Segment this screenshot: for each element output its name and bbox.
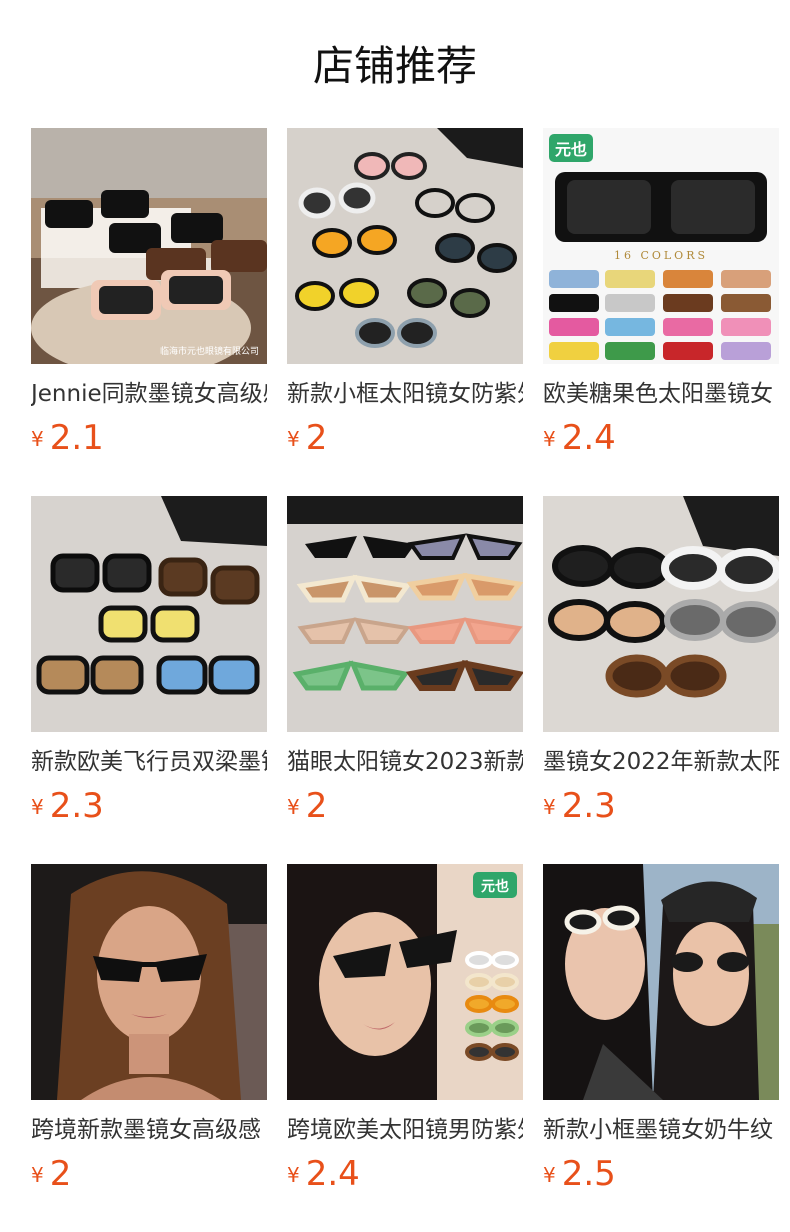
currency-symbol: ¥ [287, 1163, 300, 1187]
product-price: ¥2.5 [543, 1152, 616, 1196]
product-price: ¥2 [31, 1152, 71, 1196]
product-price: ¥2 [287, 784, 327, 828]
price-value: 2.5 [561, 1154, 616, 1194]
currency-symbol: ¥ [287, 795, 300, 819]
currency-symbol: ¥ [31, 1163, 44, 1187]
brand-badge-text: 元也 [555, 140, 587, 159]
product-card[interactable]: 新款小框太阳镜女防紫外线 ¥2 [287, 128, 523, 458]
product-price: ¥2.3 [31, 784, 104, 828]
oval-sunglasses-photo-icon[interactable] [543, 496, 779, 732]
product-price: ¥2.1 [31, 416, 104, 460]
product-name[interactable]: 欧美糖果色太阳墨镜女 [543, 376, 779, 412]
product-name[interactable]: Jennie同款墨镜女高级感 [31, 376, 267, 412]
currency-symbol: ¥ [287, 427, 300, 451]
product-name[interactable]: 新款欧美飞行员双梁墨镜 [31, 744, 267, 780]
product-name[interactable]: 新款小框太阳镜女防紫外线 [287, 376, 523, 412]
model-cateye-sunglasses-photo-icon[interactable]: 元也 [287, 864, 523, 1100]
sunglasses-colors-photo-icon[interactable]: 元也 16 COLORS [543, 128, 779, 364]
product-card[interactable]: 猫眼太阳镜女2023新款 ¥2 [287, 496, 523, 826]
page-title: 店铺推荐 [313, 42, 477, 90]
product-name[interactable]: 跨境新款墨镜女高级感 [31, 1112, 267, 1148]
watermark-text: 临海市元也眼镜有限公司 [160, 345, 259, 357]
model-wearing-sunglasses-photo-icon[interactable] [31, 864, 267, 1100]
currency-symbol: ¥ [543, 1163, 556, 1187]
product-card[interactable]: 新款小框墨镜女奶牛纹 ¥2.5 [543, 864, 779, 1194]
price-value: 2.1 [49, 418, 104, 458]
price-value: 2.3 [561, 786, 616, 826]
cat-eye-sunglasses-photo-icon[interactable] [287, 496, 523, 732]
product-card[interactable]: 跨境新款墨镜女高级感 ¥2 [31, 864, 267, 1194]
product-card[interactable]: 临海市元也眼镜有限公司 Jennie同款墨镜女高级感 ¥2.1 [31, 128, 267, 458]
currency-symbol: ¥ [543, 427, 556, 451]
product-name[interactable]: 墨镜女2022年新款太阳镜 [543, 744, 779, 780]
price-value: 2.3 [49, 786, 104, 826]
product-name[interactable]: 新款小框墨镜女奶牛纹 [543, 1112, 779, 1148]
price-value: 2 [49, 1154, 72, 1194]
currency-symbol: ¥ [31, 795, 44, 819]
product-card[interactable]: 新款欧美飞行员双梁墨镜 ¥2.3 [31, 496, 267, 826]
currency-symbol: ¥ [31, 427, 44, 451]
brand-badge-text: 元也 [481, 878, 509, 895]
product-name[interactable]: 跨境欧美太阳镜男防紫外线 [287, 1112, 523, 1148]
product-price: ¥2.3 [543, 784, 616, 828]
product-name[interactable]: 猫眼太阳镜女2023新款 [287, 744, 523, 780]
two-models-sunglasses-photo-icon[interactable] [543, 864, 779, 1100]
sunglasses-stacked-photo-icon[interactable]: 临海市元也眼镜有限公司 [31, 128, 267, 364]
product-price: ¥2 [287, 416, 327, 460]
price-value: 2.4 [561, 418, 616, 458]
aviator-sunglasses-photo-icon[interactable] [31, 496, 267, 732]
price-value: 2 [305, 418, 328, 458]
price-value: 2 [305, 786, 328, 826]
product-price: ¥2.4 [543, 416, 616, 460]
currency-symbol: ¥ [543, 795, 556, 819]
colors-caption: 16 COLORS [614, 249, 708, 262]
product-card[interactable]: 元也 16 COLORS 欧美糖果色太阳墨镜女 ¥2.4 [543, 128, 779, 458]
product-card[interactable]: 墨镜女2022年新款太阳镜 ¥2.3 [543, 496, 779, 826]
product-price: ¥2.4 [287, 1152, 360, 1196]
product-card[interactable]: 元也 跨境欧美太阳镜男防紫外线 ¥2.4 [287, 864, 523, 1194]
sunglasses-flatlay-photo-icon[interactable] [287, 128, 523, 364]
price-value: 2.4 [305, 1154, 360, 1194]
